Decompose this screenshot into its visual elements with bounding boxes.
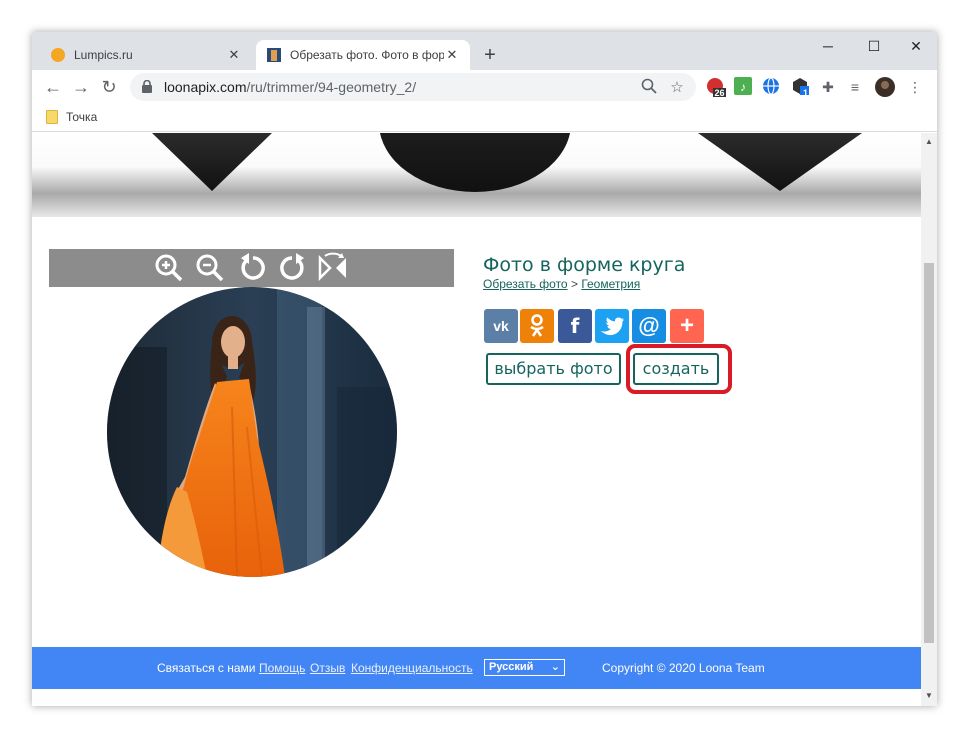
share-ok-button[interactable] bbox=[520, 309, 554, 343]
address-bar[interactable]: loonapix.com/ru/trimmer/94-geometry_2/ ☆ bbox=[130, 73, 696, 101]
cropped-photo-preview[interactable] bbox=[107, 287, 397, 577]
rotate-right-icon[interactable] bbox=[276, 252, 308, 284]
share-facebook-button[interactable]: f bbox=[558, 309, 592, 343]
breadcrumb: Обрезать фото > Геометрия bbox=[483, 277, 640, 291]
reload-icon[interactable]: ↻ bbox=[98, 76, 120, 98]
flip-icon[interactable] bbox=[317, 252, 349, 284]
bookmark-label: Точка bbox=[66, 110, 98, 124]
tab-title: Обрезать фото. Фото в форме к bbox=[290, 48, 444, 62]
breadcrumb-link-geometry[interactable]: Геометрия bbox=[581, 277, 640, 291]
language-select[interactable]: Русский ⌄ bbox=[484, 659, 565, 676]
loonapix-favicon-icon bbox=[267, 48, 281, 62]
footer-reviews-link[interactable]: Отзыв bbox=[310, 661, 345, 675]
minimize-button[interactable]: ─ bbox=[810, 38, 846, 60]
tab-lumpics[interactable]: Lumpics.ru ✕ bbox=[40, 40, 252, 70]
photo-editor-toolbar bbox=[49, 249, 454, 287]
share-vk-button[interactable]: vk bbox=[484, 309, 518, 343]
plus-icon: + bbox=[679, 312, 694, 339]
puzzle-extensions-icon[interactable]: ✚ bbox=[818, 77, 838, 97]
scroll-thumb[interactable] bbox=[924, 263, 934, 643]
footer-help-link[interactable]: Помощь bbox=[259, 661, 305, 675]
zoom-out-icon[interactable] bbox=[194, 252, 226, 284]
zoom-icon[interactable] bbox=[640, 78, 658, 96]
create-button-highlight bbox=[626, 344, 732, 394]
twitter-icon bbox=[600, 317, 625, 336]
new-tab-button[interactable]: + bbox=[480, 44, 500, 67]
rotate-left-icon[interactable] bbox=[237, 252, 269, 284]
back-icon[interactable]: ← bbox=[42, 76, 64, 98]
bookmark-folder-icon bbox=[46, 110, 58, 124]
page-content: Фото в форме круга Обрезать фото > Геоме… bbox=[32, 133, 921, 706]
scroll-down-icon[interactable]: ▼ bbox=[924, 691, 934, 701]
odnoklassniki-icon bbox=[530, 314, 544, 337]
zoom-in-icon[interactable] bbox=[153, 252, 185, 284]
svg-text:♪: ♪ bbox=[740, 80, 746, 94]
forward-icon[interactable]: → bbox=[70, 76, 92, 98]
page-scrollbar[interactable]: ▲ ▼ bbox=[921, 133, 937, 706]
banner-shapes bbox=[152, 133, 862, 192]
lock-icon bbox=[142, 80, 152, 93]
maximize-button[interactable]: ☐ bbox=[856, 38, 892, 60]
tab-strip: Lumpics.ru ✕ Обрезать фото. Фото в форме… bbox=[32, 32, 937, 70]
bookmarks-bar: Точка bbox=[32, 104, 937, 132]
extension-badge: 1 bbox=[802, 88, 808, 98]
vpn-extension-icon[interactable] bbox=[761, 77, 781, 97]
bookmark-star-icon[interactable]: ☆ bbox=[668, 78, 686, 96]
menu-kebab-icon[interactable]: ⋮ bbox=[905, 77, 925, 97]
share-mail-button[interactable]: @ bbox=[632, 309, 666, 343]
woman-in-orange-dress-photo bbox=[107, 287, 397, 577]
chevron-down-icon: ⌄ bbox=[550, 661, 560, 673]
tab-title: Lumpics.ru bbox=[74, 48, 133, 62]
url-text: loonapix.com/ru/trimmer/94-geometry_2/ bbox=[164, 79, 416, 95]
facebook-icon: f bbox=[570, 314, 580, 338]
geometry-banner bbox=[32, 133, 921, 217]
lumpics-favicon-icon bbox=[51, 48, 65, 62]
tab-close-icon[interactable]: ✕ bbox=[444, 47, 460, 63]
browser-toolbar: ← → ↻ loonapix.com/ru/trimmer/94-geometr… bbox=[32, 70, 937, 104]
page-title: Фото в форме круга bbox=[483, 254, 686, 276]
breadcrumb-separator: > bbox=[570, 277, 578, 291]
language-value: Русский bbox=[489, 661, 534, 673]
share-more-button[interactable]: + bbox=[670, 309, 704, 343]
music-extension-icon[interactable]: ♪ bbox=[733, 77, 753, 97]
media-control-icon[interactable]: ≡ bbox=[845, 77, 865, 97]
footer-privacy-link[interactable]: Конфиденциальность bbox=[351, 661, 473, 675]
page-footer: Связаться с нами Помощь Отзыв Конфиденци… bbox=[32, 647, 921, 689]
banner-triangle-right bbox=[698, 133, 862, 191]
banner-circle bbox=[380, 133, 570, 192]
scroll-up-icon[interactable]: ▲ bbox=[924, 137, 934, 147]
vk-icon: vk bbox=[493, 318, 509, 334]
avatar[interactable] bbox=[875, 77, 895, 97]
browser-window: Lumpics.ru ✕ Обрезать фото. Фото в форме… bbox=[32, 32, 937, 706]
extension-badge: 26 bbox=[714, 88, 725, 98]
close-window-button[interactable]: ✕ bbox=[898, 38, 934, 60]
url-host: loonapix.com bbox=[164, 79, 247, 95]
breadcrumb-link-trim[interactable]: Обрезать фото bbox=[483, 277, 568, 291]
share-twitter-button[interactable] bbox=[595, 309, 629, 343]
banner-triangle-left bbox=[152, 133, 272, 191]
mail-at-icon: @ bbox=[638, 313, 660, 338]
copyright-text: Copyright © 2020 Loona Team bbox=[602, 661, 765, 675]
contact-label: Связаться с нами bbox=[157, 661, 256, 675]
tab-loonapix[interactable]: Обрезать фото. Фото в форме к ✕ bbox=[256, 40, 470, 70]
url-path: /ru/trimmer/94-geometry_2/ bbox=[246, 79, 417, 95]
bookmark-item[interactable]: Точка bbox=[46, 110, 97, 124]
tab-close-icon[interactable]: ✕ bbox=[226, 47, 242, 63]
choose-photo-button[interactable]: выбрать фото bbox=[486, 353, 621, 385]
